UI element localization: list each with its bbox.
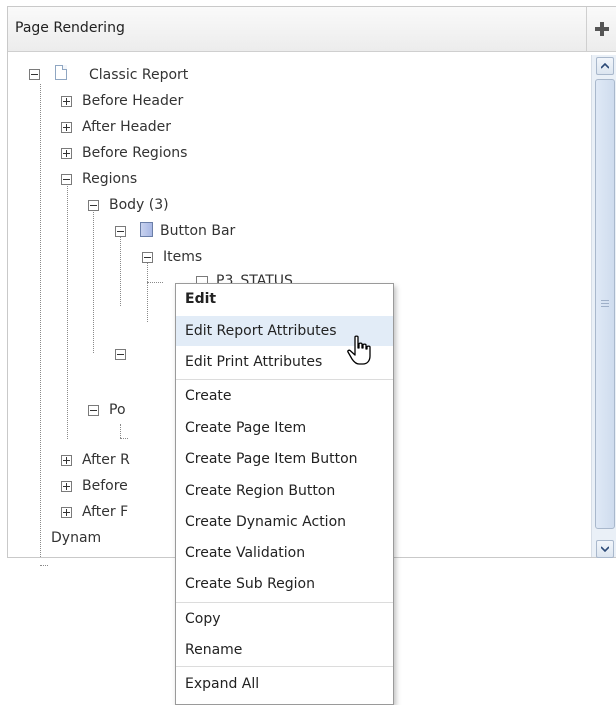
page-icon — [55, 65, 67, 80]
tree-node-after-header[interactable]: After Header — [82, 118, 171, 136]
expand-toggle-after-regions[interactable] — [61, 455, 72, 466]
region-icon — [140, 222, 153, 237]
menu-separator — [176, 379, 393, 380]
collapse-toggle-root[interactable] — [29, 69, 40, 80]
tree-node-before-footer[interactable]: Before — [82, 477, 128, 495]
tree-node-items[interactable]: Items — [163, 248, 202, 266]
collapse-toggle-po[interactable] — [88, 405, 99, 416]
tree-node-before-regions[interactable]: Before Regions — [82, 144, 187, 162]
menu-item-create-region-button[interactable]: Create Region Button — [176, 476, 393, 506]
tree-connector — [93, 206, 94, 353]
menu-item-rename[interactable]: Rename — [176, 635, 393, 665]
tree-connector — [120, 438, 128, 439]
menu-separator — [176, 666, 393, 667]
chevron-up-icon — [601, 63, 609, 69]
tree-node-po[interactable]: Po — [109, 401, 126, 419]
menu-item-create[interactable]: Create — [176, 381, 393, 411]
collapse-toggle-region[interactable] — [115, 349, 126, 360]
tree-node-regions[interactable]: Regions — [82, 170, 137, 188]
tree-scrollbar[interactable] — [591, 55, 616, 558]
tree-node-dynamic-actions[interactable]: Dynam — [51, 529, 101, 547]
menu-item-copy[interactable]: Copy — [176, 604, 393, 634]
menu-item-create-validation[interactable]: Create Validation — [176, 538, 393, 568]
tree-node-after-regions[interactable]: After R — [82, 451, 130, 469]
collapse-toggle-items[interactable] — [142, 252, 153, 263]
expand-toggle-after-footer[interactable] — [61, 507, 72, 518]
tree-node-after-footer[interactable]: After F — [82, 503, 128, 521]
tree-connector — [120, 424, 121, 438]
scroll-grip-line — [601, 306, 609, 307]
menu-item-create-page-item[interactable]: Create Page Item — [176, 413, 393, 443]
expand-toggle-before-footer[interactable] — [61, 481, 72, 492]
tree-connector — [147, 262, 148, 322]
menu-item-create-page-item-button[interactable]: Create Page Item Button — [176, 444, 393, 474]
expand-toggle-before-regions[interactable] — [61, 148, 72, 159]
tree-node-classic-report[interactable]: Classic Report — [89, 66, 188, 84]
collapse-toggle-regions[interactable] — [61, 174, 72, 185]
tree-connector — [40, 565, 48, 566]
scroll-grip-line — [601, 300, 609, 301]
collapse-toggle-body[interactable] — [88, 200, 99, 211]
tree-node-button-bar[interactable]: Button Bar — [160, 222, 235, 240]
tree-connector — [147, 282, 163, 283]
expand-toggle-after-header[interactable] — [61, 122, 72, 133]
scroll-grip-line — [601, 303, 609, 304]
tree-connector — [40, 84, 41, 557]
scroll-up-button[interactable] — [596, 57, 614, 75]
scroll-down-button[interactable] — [596, 540, 614, 558]
menu-item-create-dynamic-action[interactable]: Create Dynamic Action — [176, 507, 393, 537]
plus-icon — [595, 22, 609, 36]
tree-node-body[interactable]: Body (3) — [109, 196, 169, 214]
scroll-thumb[interactable] — [595, 79, 615, 529]
collapse-toggle-button-bar[interactable] — [115, 226, 126, 237]
hand-pointer-icon — [347, 335, 371, 365]
menu-item-edit[interactable]: Edit — [176, 284, 393, 314]
menu-separator — [176, 602, 393, 603]
chevron-down-icon — [601, 546, 609, 552]
menu-item-create-sub-region[interactable]: Create Sub Region — [176, 569, 393, 599]
menu-item-expand-all[interactable]: Expand All — [176, 669, 393, 699]
tree-node-before-header[interactable]: Before Header — [82, 92, 183, 110]
expand-toggle-before-header[interactable] — [61, 96, 72, 107]
add-button[interactable] — [587, 7, 616, 51]
tree-connector — [120, 236, 121, 306]
tree-connector — [67, 186, 68, 439]
